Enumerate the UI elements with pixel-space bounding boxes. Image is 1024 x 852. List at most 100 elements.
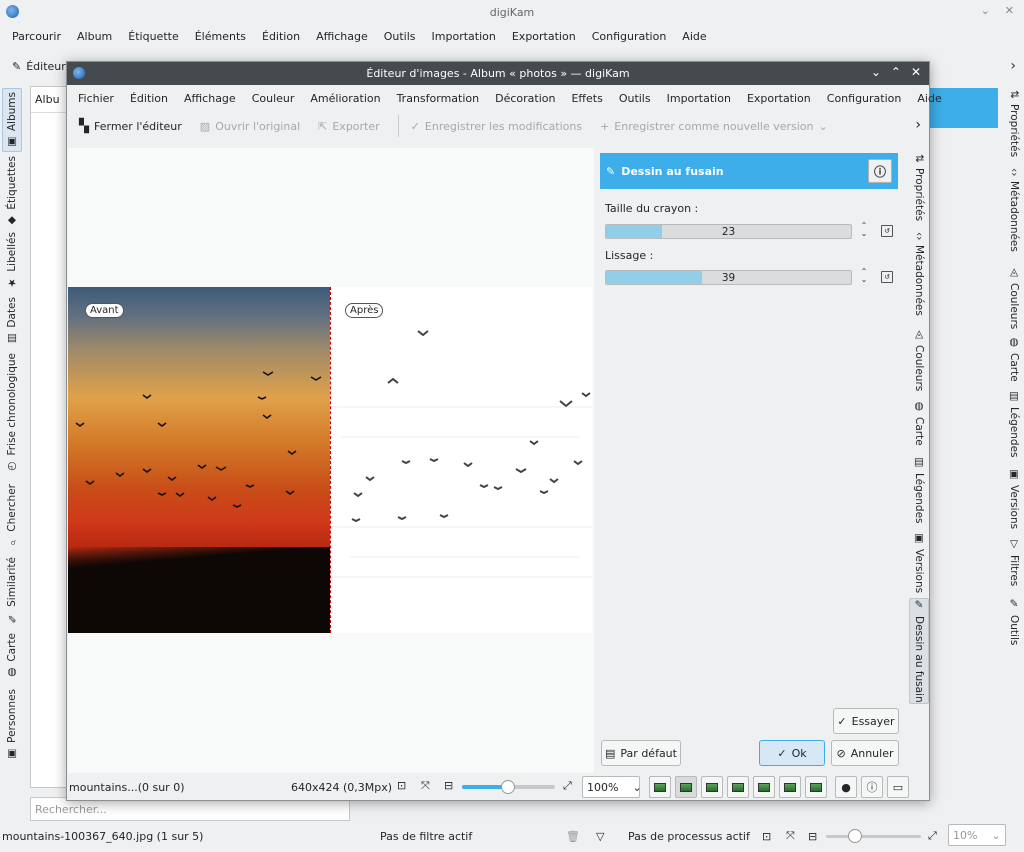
tab-chercher[interactable]: ⌕ Chercher xyxy=(2,480,22,550)
tab-legendes[interactable]: ▤ Légendes xyxy=(909,456,929,526)
tab-albums[interactable]: ▣ Albums xyxy=(2,88,22,152)
editor-button[interactable]: ✎ Éditeur xyxy=(12,60,66,73)
preview-both-horz-button[interactable] xyxy=(779,776,801,798)
save-new-version-button[interactable]: + Enregistrer comme nouvelle version ⌄ xyxy=(600,120,828,133)
cancel-button[interactable]: ⊘ Annuler xyxy=(831,740,899,766)
tab-carte-right[interactable]: ◍ Carte xyxy=(1004,336,1024,384)
minimize-icon[interactable]: ⌄ xyxy=(871,65,881,79)
trash-icon[interactable]: 🗑 xyxy=(566,830,580,843)
tab-versions[interactable]: ▣ Versions xyxy=(909,532,929,594)
menu-elements[interactable]: Éléments xyxy=(187,30,254,43)
default-button[interactable]: ▤ Par défaut xyxy=(601,740,681,766)
editor-zoom-knob[interactable] xyxy=(501,780,515,794)
zoom-fullscreen-icon[interactable]: ⤧ xyxy=(786,829,795,843)
tab-outils[interactable]: ✎ Outils xyxy=(1004,598,1024,648)
editor-zoom-combo[interactable]: 100% ⌄ xyxy=(582,776,642,798)
tab-carte[interactable]: ◍ Carte xyxy=(2,630,22,682)
tab-etiquettes[interactable]: ◆ Étiquettes xyxy=(2,156,22,227)
zoom-in-icon[interactable]: ⤢ xyxy=(928,829,937,843)
tab-couleurs[interactable]: ◬ Couleurs xyxy=(1004,266,1024,330)
tab-dessin-au-fusain[interactable]: ✎ Dessin au fusain xyxy=(909,598,929,704)
menu-aide[interactable]: Aide xyxy=(674,30,714,43)
menu-affichage[interactable]: Affichage xyxy=(308,30,376,43)
before-after-split-line[interactable] xyxy=(330,287,331,633)
info-button[interactable]: ⓘ xyxy=(861,776,883,798)
editor-zoom-slider[interactable] xyxy=(462,780,555,794)
tab-dates[interactable]: ▤ Dates xyxy=(2,294,22,348)
menu-amelioration[interactable]: Amélioration xyxy=(302,92,388,105)
tab-personnes[interactable]: ▣ Personnes xyxy=(2,686,22,762)
zoom-fit-icon[interactable]: ⊡ xyxy=(762,830,771,843)
preview-duplicate-button[interactable] xyxy=(805,776,827,798)
export-button[interactable]: ⇱ Exporter xyxy=(318,120,380,133)
preview-original-button[interactable] xyxy=(727,776,749,798)
underexposure-indicator-button[interactable] xyxy=(649,776,671,798)
chevron-right-icon[interactable]: › xyxy=(915,117,921,133)
preview-both-vert-button[interactable] xyxy=(753,776,775,798)
menu-fichier[interactable]: Fichier xyxy=(70,92,122,105)
color-managed-view-button[interactable] xyxy=(701,776,723,798)
tab-frise-chronologique[interactable]: ◷ Frise chronologique xyxy=(2,352,22,474)
close-icon[interactable]: ✕ xyxy=(911,65,921,79)
menu-album[interactable]: Album xyxy=(69,30,120,43)
tab-versions[interactable]: ▣ Versions xyxy=(1004,468,1024,532)
tab-libelles[interactable]: ★ Libellés xyxy=(2,230,22,290)
menu-decoration[interactable]: Décoration xyxy=(487,92,563,105)
open-original-button[interactable]: ▨ Ouvrir l'original xyxy=(200,120,300,133)
menu-exportation[interactable]: Exportation xyxy=(739,92,819,105)
filter-icon[interactable]: ▽ xyxy=(596,830,604,843)
menu-transformation[interactable]: Transformation xyxy=(389,92,488,105)
minimize-icon[interactable]: ⌄ xyxy=(981,4,990,17)
menu-importation[interactable]: Importation xyxy=(424,30,504,43)
try-button[interactable]: ✓ Essayer xyxy=(833,708,899,734)
monitor-icon-button[interactable]: ▭ xyxy=(887,776,909,798)
menu-outils[interactable]: Outils xyxy=(611,92,659,105)
pencil-size-slider[interactable]: 23 xyxy=(605,224,852,239)
tab-metadonnees[interactable]: ‹› Métadonnées xyxy=(1004,168,1024,260)
tab-metadonnees[interactable]: ‹› Métadonnées xyxy=(909,232,929,320)
main-zoom-combo[interactable]: 10% ⌄ xyxy=(948,824,1006,846)
zoom-actual-icon[interactable]: ⊟ xyxy=(808,830,817,843)
tab-couleurs[interactable]: ◬ Couleurs xyxy=(909,328,929,391)
menu-parcourir[interactable]: Parcourir xyxy=(4,30,69,43)
menu-affichage[interactable]: Affichage xyxy=(176,92,244,105)
tab-similarite[interactable]: ✎ Similarité xyxy=(2,554,22,626)
menu-edition[interactable]: Édition xyxy=(122,92,176,105)
pencil-size-reset-icon[interactable]: ↺ xyxy=(881,225,893,237)
maximize-icon[interactable]: ⌃ xyxy=(891,65,901,79)
menu-effets[interactable]: Effets xyxy=(563,92,610,105)
overexposure-indicator-button[interactable] xyxy=(675,776,697,798)
menu-configuration[interactable]: Configuration xyxy=(584,30,675,43)
smoothing-slider[interactable]: 39 xyxy=(605,270,852,285)
smoothing-spinner[interactable]: ⌃ ⌄ xyxy=(859,268,869,284)
menu-outils[interactable]: Outils xyxy=(376,30,424,43)
menu-edition[interactable]: Édition xyxy=(254,30,308,43)
tab-legendes[interactable]: ▤ Légendes xyxy=(1004,390,1024,462)
ok-button[interactable]: ✓ Ok xyxy=(759,740,825,766)
close-icon[interactable]: ✕ xyxy=(1005,4,1014,17)
close-editor-button[interactable]: ▚ Fermer l'éditeur xyxy=(79,119,182,134)
pencil-size-spinner[interactable]: ⌃ ⌄ xyxy=(859,222,869,238)
menu-importation[interactable]: Importation xyxy=(659,92,739,105)
main-zoom-knob[interactable] xyxy=(848,829,862,843)
menu-configuration[interactable]: Configuration xyxy=(819,92,910,105)
tab-proprietes[interactable]: ⇅ Propriétés xyxy=(909,154,929,221)
tab-filtres[interactable]: ▽ Filtres xyxy=(1004,538,1024,592)
menu-aide[interactable]: Aide xyxy=(909,92,949,105)
smoothing-reset-icon[interactable]: ↺ xyxy=(881,271,893,283)
zoom-fullscreen-icon[interactable]: ⤧ xyxy=(421,779,430,793)
chevron-right-icon[interactable]: › xyxy=(1010,58,1016,74)
preview-canvas[interactable]: Avant Après xyxy=(68,148,594,773)
tab-proprietes[interactable]: ⇅ Propriétés xyxy=(1004,90,1024,162)
save-changes-button[interactable]: ✓ Enregistrer les modifications xyxy=(411,120,582,133)
menu-couleur[interactable]: Couleur xyxy=(244,92,303,105)
tab-carte[interactable]: ◍ Carte xyxy=(909,400,929,448)
menu-etiquette[interactable]: Étiquette xyxy=(120,30,186,43)
zoom-fit-icon[interactable]: ⊡ xyxy=(397,779,406,792)
menu-exportation[interactable]: Exportation xyxy=(504,30,584,43)
zoom-in-icon[interactable]: ⤢ xyxy=(563,779,572,793)
info-button[interactable]: ⓘ xyxy=(868,159,892,183)
main-zoom-slider[interactable] xyxy=(826,829,921,843)
info-dark-button[interactable]: ● xyxy=(835,776,857,798)
zoom-actual-icon[interactable]: ⊟ xyxy=(444,779,453,792)
